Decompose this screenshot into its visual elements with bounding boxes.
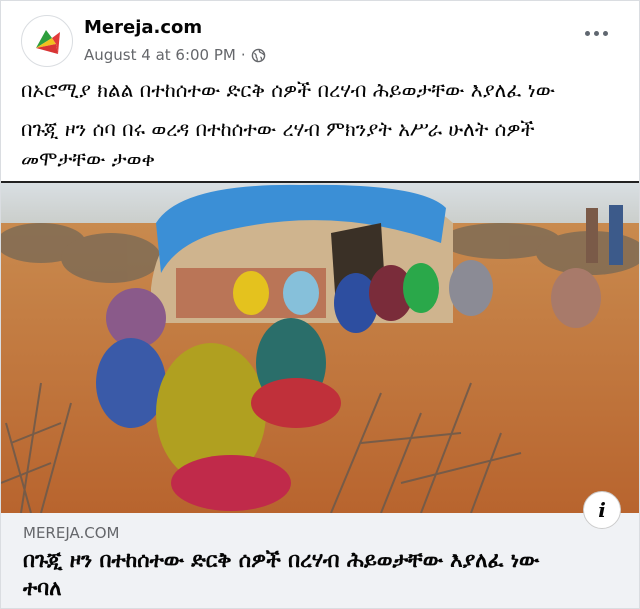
post-paragraph: በኦሮሚያ ክልል በተከሰተው ድርቅ ሰዎች በረሃብ ሕይወታቸው እያለ… xyxy=(21,78,555,102)
post-date[interactable]: August 4 at 6:00 PM xyxy=(84,46,236,64)
link-preview[interactable]: MEREJA.COM በጉጂ ዞን በተከሰተው ድርቅ ሰዎች በረሃብ ሕይ… xyxy=(1,513,639,608)
page-name[interactable]: Mereja.com xyxy=(84,17,202,38)
drought-scene-image xyxy=(1,183,639,513)
mereja-logo-icon xyxy=(36,30,60,54)
info-icon[interactable]: i xyxy=(583,491,621,529)
globe-icon[interactable] xyxy=(251,48,266,63)
link-domain: MEREJA.COM xyxy=(23,524,120,542)
more-options-icon[interactable] xyxy=(585,31,609,41)
post-message: በኦሮሚያ ክልል በተከሰተው ድርቅ ሰዎች በረሃብ ሕይወታቸው እያለ… xyxy=(21,75,621,183)
page-avatar[interactable] xyxy=(21,15,73,67)
post-photo[interactable] xyxy=(1,181,639,513)
facebook-post-card: Mereja.com August 4 at 6:00 PM · በኦሮሚያ ክ… xyxy=(0,0,640,609)
post-meta: August 4 at 6:00 PM · xyxy=(84,46,266,64)
meta-separator: · xyxy=(240,46,246,64)
post-header: Mereja.com August 4 at 6:00 PM · xyxy=(1,1,639,67)
link-title[interactable]: በጉጂ ዞን በተከሰተው ድርቅ ሰዎች በረሃብ ሕይወታቸው እያለፈ ነ… xyxy=(23,546,543,602)
post-paragraph: በጉጂ ዞን ሰባ በሩ ወረዳ በተከሰተው ረሃብ ምክንያት አሥራ ሁለ… xyxy=(21,117,535,171)
